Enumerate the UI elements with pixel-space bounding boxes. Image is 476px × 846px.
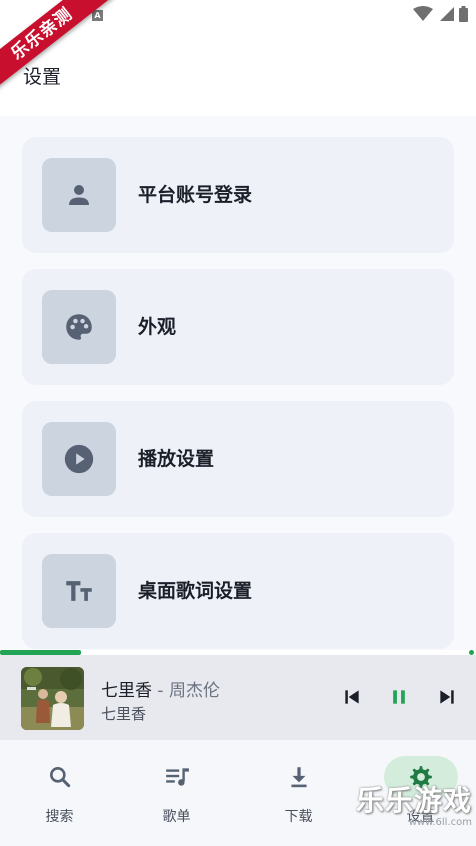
- play-circle-icon: [42, 422, 116, 496]
- settings-item-appearance[interactable]: 外观: [22, 269, 454, 385]
- song-title: 七里香: [101, 681, 152, 701]
- battery-icon: [459, 6, 468, 22]
- wifi-icon: [413, 6, 433, 21]
- album-cover[interactable]: [21, 667, 84, 730]
- corner-watermark: 乐乐游戏 www.6ll.com: [356, 779, 472, 828]
- status-icons: [413, 6, 468, 22]
- nav-item-playlists[interactable]: 歌单: [117, 740, 236, 846]
- settings-item-desktop-lyrics[interactable]: 桌面歌词设置: [22, 533, 454, 649]
- song-info[interactable]: 七里香 - 周杰伦: [101, 676, 220, 701]
- nav-indicator: [23, 756, 97, 798]
- page-title: 设置: [23, 66, 62, 88]
- pause-button[interactable]: [386, 684, 412, 710]
- status-indicator: A: [92, 10, 103, 21]
- song-separator: -: [152, 681, 169, 701]
- nav-label: 搜索: [45, 809, 74, 825]
- app-screen: A 乐乐亲测 设置 平台账号登录 外观 播放设置 桌面歌词设置 七里香 - 周杰…: [0, 0, 476, 846]
- search-icon: [49, 767, 70, 788]
- settings-item-playback[interactable]: 播放设置: [22, 401, 454, 517]
- settings-item-label: 播放设置: [138, 448, 215, 470]
- signal-icon: [440, 7, 454, 21]
- download-icon: [290, 767, 307, 788]
- settings-item-label: 桌面歌词设置: [138, 580, 253, 602]
- nav-indicator: [262, 756, 336, 798]
- settings-item-label: 外观: [138, 316, 177, 338]
- settings-item-account[interactable]: 平台账号登录: [22, 137, 454, 253]
- settings-list: 平台账号登录 外观 播放设置 桌面歌词设置: [0, 116, 476, 650]
- nav-item-search[interactable]: 搜索: [0, 740, 119, 846]
- nav-item-downloads[interactable]: 下载: [239, 740, 358, 846]
- previous-button[interactable]: [339, 684, 365, 710]
- person-icon: [42, 158, 116, 232]
- pause-icon: [393, 690, 405, 704]
- playlist-icon: [165, 768, 189, 786]
- mini-player[interactable]: 七里香 - 周杰伦 七里香: [0, 655, 476, 740]
- nav-label: 下载: [284, 809, 313, 825]
- nav-label: 歌单: [162, 809, 191, 825]
- nav-indicator: [140, 756, 214, 798]
- settings-item-label: 平台账号登录: [138, 184, 253, 206]
- skip-next-icon: [440, 690, 454, 704]
- text-size-icon: [42, 554, 116, 628]
- song-artist: 周杰伦: [168, 681, 220, 701]
- skip-previous-icon: [345, 690, 359, 704]
- next-button[interactable]: [434, 684, 460, 710]
- song-album: 七里香: [101, 705, 147, 723]
- watermark-text: 乐乐游戏: [355, 784, 472, 817]
- palette-icon: [42, 290, 116, 364]
